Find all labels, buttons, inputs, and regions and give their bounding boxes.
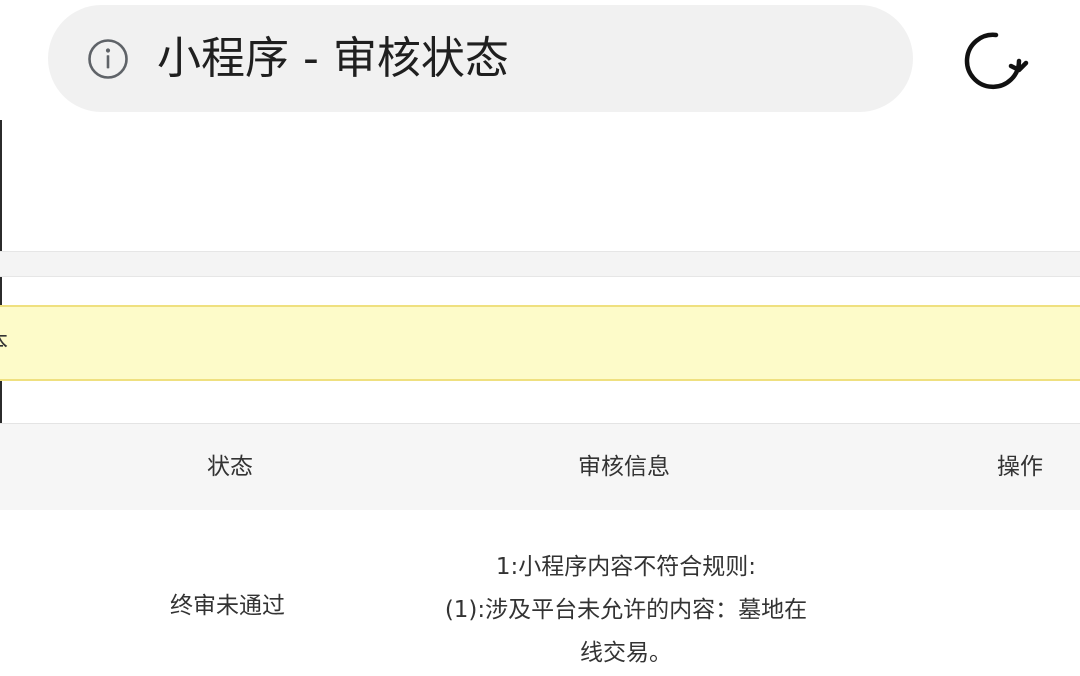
reload-icon[interactable] bbox=[961, 26, 1033, 98]
page-title: 小程序 - 审核状态 bbox=[157, 33, 509, 84]
browser-top-bar: 小程序 - 审核状态 bbox=[0, 0, 1080, 120]
notice-banner: 本 bbox=[0, 305, 1080, 381]
column-header-status: 状态 bbox=[207, 454, 253, 480]
column-header-action: 操作 bbox=[997, 454, 1043, 480]
info-circle-icon[interactable] bbox=[87, 38, 129, 80]
column-header-review-info: 审核信息 bbox=[578, 454, 670, 480]
review-info-line: (1):涉及平台未允许的内容：墓地在 bbox=[444, 597, 808, 623]
table-header: 状态 审核信息 操作 bbox=[0, 423, 1080, 511]
review-info-cell: 1:小程序内容不符合规则: (1):涉及平台未允许的内容：墓地在 线交易。 bbox=[416, 546, 836, 675]
table-row: 终审未通过 1:小程序内容不符合规则: (1):涉及平台未允许的内容：墓地在 线… bbox=[0, 510, 1080, 676]
notice-text: 本 bbox=[0, 328, 8, 358]
review-info-line: 线交易。 bbox=[580, 640, 672, 666]
review-info-line: 1:小程序内容不符合规则: bbox=[495, 554, 757, 580]
status-cell: 终审未通过 bbox=[170, 593, 285, 619]
section-divider-band bbox=[0, 251, 1080, 277]
